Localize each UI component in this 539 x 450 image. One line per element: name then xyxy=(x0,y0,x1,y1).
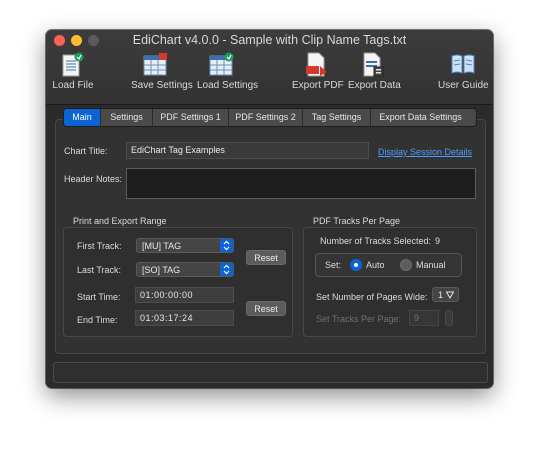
load-settings-icon xyxy=(209,52,235,83)
window-title: EdiChart v4.0.0 - Sample with Clip Name … xyxy=(132,33,407,47)
set-label: Set: xyxy=(325,260,342,270)
chevron-updown-icon xyxy=(220,263,233,276)
save-settings-button[interactable]: Save Settings xyxy=(131,50,193,100)
header-notes-textarea[interactable] xyxy=(126,168,476,199)
app-window: EdiChart v4.0.0 - Sample with Clip Name … xyxy=(46,30,493,388)
chevron-updown-icon xyxy=(220,239,233,252)
tab-pdf-settings-2[interactable]: PDF Settings 2 xyxy=(229,109,303,126)
triangle-down-icon xyxy=(446,291,454,299)
tab-main[interactable]: Main xyxy=(64,109,101,126)
reset-times-button[interactable]: Reset xyxy=(246,301,286,316)
pages-wide-value: 1 xyxy=(438,290,444,300)
last-track-label: Last Track: xyxy=(77,265,122,275)
export-data-icon xyxy=(361,52,385,83)
pdf-tracks-group: Number of Tracks Selected: 9 Set: Auto M… xyxy=(303,227,477,337)
pages-wide-label: Set Number of Pages Wide: xyxy=(316,292,428,302)
auto-radio[interactable] xyxy=(350,259,362,271)
tab-settings[interactable]: Settings xyxy=(101,109,153,126)
save-settings-label: Save Settings xyxy=(131,80,193,91)
pdf-file-icon xyxy=(305,52,329,83)
pdf-tracks-heading: PDF Tracks Per Page xyxy=(313,216,401,226)
load-file-icon xyxy=(62,52,84,83)
reset-tracks-button[interactable]: Reset xyxy=(246,250,286,265)
load-settings-button[interactable]: Load Settings xyxy=(197,50,258,100)
print-range-group: First Track: [MU] TAG Last Track: [SO] T… xyxy=(63,227,293,337)
tab-pdf-settings-1[interactable]: PDF Settings 1 xyxy=(153,109,229,126)
tracks-per-page-label: Set Tracks Per Page: xyxy=(316,314,402,324)
last-track-value: [SO] TAG xyxy=(142,265,181,275)
load-file-button[interactable]: Load File xyxy=(52,50,94,100)
tab-bar: Main Settings PDF Settings 1 PDF Setting… xyxy=(63,108,477,127)
load-file-label: Load File xyxy=(52,80,94,91)
chart-title-input[interactable]: EdiChart Tag Examples xyxy=(126,142,369,159)
first-track-select[interactable]: [MU] TAG xyxy=(136,238,234,253)
display-session-details-link[interactable]: Display Session Details xyxy=(378,147,472,157)
export-data-label: Export Data xyxy=(348,80,401,91)
load-settings-label: Load Settings xyxy=(197,80,259,91)
title-bar: EdiChart v4.0.0 - Sample with Clip Name … xyxy=(46,30,493,105)
last-track-select[interactable]: [SO] TAG xyxy=(136,262,234,277)
manual-radio[interactable] xyxy=(400,259,412,271)
tab-export-data-settings[interactable]: Export Data Settings xyxy=(371,109,470,126)
export-pdf-button[interactable]: Export PDF xyxy=(292,50,344,100)
header-notes-label: Header Notes: xyxy=(64,174,123,184)
auto-label: Auto xyxy=(366,260,385,270)
pages-wide-select[interactable]: 1 xyxy=(432,287,459,302)
export-data-button[interactable]: Export Data xyxy=(348,50,401,100)
tracks-per-page-input[interactable]: 9 xyxy=(409,310,439,326)
manual-label: Manual xyxy=(416,260,446,270)
end-time-label: End Time: xyxy=(77,315,118,325)
set-mode-group: Set: Auto Manual xyxy=(315,253,462,277)
export-pdf-label: Export PDF xyxy=(292,80,344,91)
tracks-per-page-stepper[interactable] xyxy=(445,310,453,326)
first-track-value: [MU] TAG xyxy=(142,241,182,251)
tracks-selected-label: Number of Tracks Selected: xyxy=(320,236,432,246)
end-time-input[interactable]: 01:03:17:24 xyxy=(135,310,234,326)
first-track-label: First Track: xyxy=(77,241,122,251)
tracks-selected-value: 9 xyxy=(435,236,441,246)
book-icon xyxy=(450,52,476,81)
start-time-label: Start Time: xyxy=(77,292,121,302)
user-guide-button[interactable]: User Guide xyxy=(438,50,489,100)
status-bar xyxy=(53,362,488,383)
chart-title-label: Chart Title: xyxy=(64,146,108,156)
print-range-heading: Print and Export Range xyxy=(73,216,167,226)
tab-tag-settings[interactable]: Tag Settings xyxy=(303,109,371,126)
user-guide-label: User Guide xyxy=(438,80,489,91)
start-time-input[interactable]: 01:00:00:00 xyxy=(135,287,234,303)
main-panel: Chart Title: EdiChart Tag Examples Displ… xyxy=(55,119,486,354)
save-settings-icon xyxy=(143,52,169,83)
